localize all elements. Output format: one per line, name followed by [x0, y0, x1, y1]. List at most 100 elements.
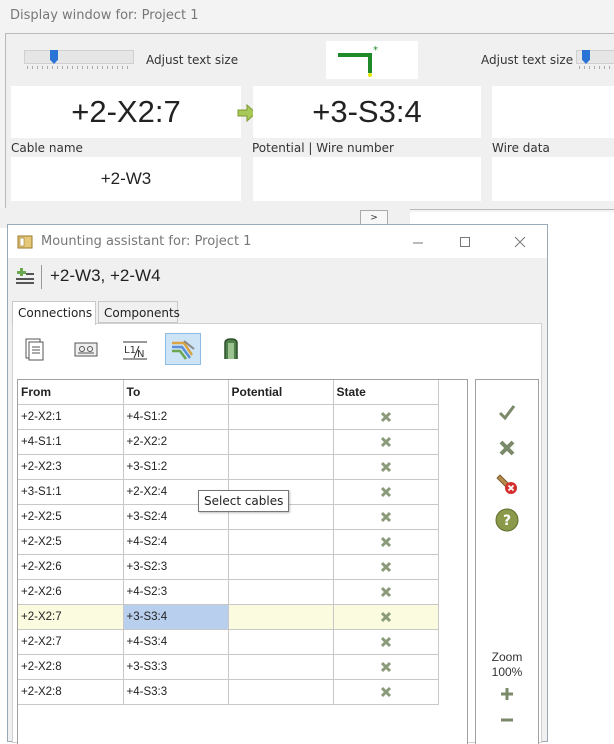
table-row[interactable]: +2-X2:6 +3-S2:3 — [18, 554, 439, 580]
cell-state[interactable] — [333, 679, 439, 705]
table-row[interactable]: +2-X2:7 +4-S3:4 — [18, 629, 439, 655]
text-size-slider-right[interactable] — [576, 50, 614, 70]
column-header-potential[interactable]: Potential — [228, 380, 334, 405]
cable-list-icon[interactable] — [14, 266, 36, 288]
cell-state[interactable] — [333, 629, 439, 655]
cell-to[interactable]: +3-S3:3 — [123, 654, 229, 680]
cell-potential[interactable] — [228, 554, 334, 580]
from-value: +2-X2:7 — [71, 94, 181, 129]
x-mark-icon — [380, 411, 391, 423]
potential-label: Potential | Wire number — [252, 141, 394, 155]
document-button[interactable] — [21, 336, 47, 362]
potential-button[interactable]: L1 N — [121, 336, 147, 362]
cell-from[interactable]: +2-X2:7 — [18, 604, 124, 630]
maximize-icon — [460, 237, 470, 247]
cell-potential[interactable] — [228, 679, 334, 705]
cell-to[interactable]: +4-S2:4 — [123, 529, 229, 555]
cell-state[interactable] — [333, 429, 439, 455]
terminal-button[interactable] — [73, 336, 99, 362]
cell-to[interactable]: +4-S2:3 — [123, 579, 229, 605]
cell-from[interactable]: +2-X2:1 — [18, 404, 124, 430]
table-row[interactable]: +2-X2:1 +4-S1:2 — [18, 404, 439, 430]
clear-mark-button[interactable] — [495, 472, 519, 496]
tab-components[interactable]: Components — [98, 301, 180, 323]
cell-from[interactable]: +2-X2:6 — [18, 554, 124, 580]
plus-icon — [501, 688, 513, 700]
zoom-in-button[interactable] — [495, 682, 519, 706]
x-mark-icon — [380, 611, 391, 623]
maximize-button[interactable] — [451, 231, 479, 253]
cell-from[interactable]: +4-S1:1 — [18, 429, 124, 455]
cell-to[interactable]: +4-S3:4 — [123, 629, 229, 655]
cell-potential[interactable] — [228, 454, 334, 480]
tab-connections[interactable]: Connections — [12, 301, 96, 325]
display-window-title: Display window for: Project 1 — [10, 8, 199, 23]
select-cables-tooltip: Select cables — [198, 490, 290, 512]
cell-potential[interactable] — [228, 579, 334, 605]
close-button[interactable] — [506, 231, 534, 253]
confirm-button[interactable] — [495, 400, 519, 424]
terminal-icon — [74, 342, 98, 357]
table-row[interactable]: +4-S1:1 +2-X2:2 — [18, 429, 439, 455]
x-mark-icon — [380, 461, 391, 473]
svg-text:*: * — [373, 45, 378, 56]
minimize-button[interactable] — [404, 231, 432, 253]
zoom-value: 100% — [491, 665, 523, 679]
cell-from[interactable]: +3-S1:1 — [18, 479, 124, 505]
table-row[interactable]: +2-X2:3 +3-S1:2 — [18, 454, 439, 480]
cell-potential[interactable] — [228, 654, 334, 680]
selected-cables: +2-W3, +2-W4 — [50, 266, 161, 285]
cell-state[interactable] — [333, 529, 439, 555]
cell-potential[interactable] — [228, 404, 334, 430]
cell-from[interactable]: +2-X2:5 — [18, 504, 124, 530]
column-header-to[interactable]: To — [123, 380, 229, 405]
cell-to[interactable]: +3-S3:4 — [123, 604, 229, 630]
table-row[interactable]: +2-X2:6 +4-S2:3 — [18, 579, 439, 605]
minus-icon — [501, 718, 513, 722]
select-cables-button[interactable] — [165, 333, 201, 365]
pen-cancel-icon — [496, 474, 517, 494]
document-icon — [25, 338, 44, 361]
table-row[interactable]: +2-X2:5 +4-S2:4 — [18, 529, 439, 555]
cell-from[interactable]: +2-X2:7 — [18, 629, 124, 655]
cell-state[interactable] — [333, 454, 439, 480]
table-row[interactable]: +2-X2:7 +3-S3:4 — [18, 604, 439, 630]
cell-from[interactable]: +2-X2:5 — [18, 529, 124, 555]
table-row[interactable]: +2-X2:8 +3-S3:3 — [18, 654, 439, 680]
cable-name-label: Cable name — [11, 141, 83, 155]
cell-state[interactable] — [333, 654, 439, 680]
close-icon — [514, 236, 526, 248]
cell-state[interactable] — [333, 579, 439, 605]
select-cables-icon — [172, 340, 195, 360]
cell-to[interactable]: +3-S2:3 — [123, 554, 229, 580]
x-mark-icon — [380, 511, 391, 523]
column-header-state[interactable]: State — [333, 380, 439, 405]
cell-state[interactable] — [333, 404, 439, 430]
cell-state[interactable] — [333, 554, 439, 580]
zoom-out-button[interactable] — [495, 708, 519, 732]
svg-text:?: ? — [503, 513, 511, 529]
cell-from[interactable]: +2-X2:6 — [18, 579, 124, 605]
cell-to[interactable]: +2-X2:2 — [123, 429, 229, 455]
cell-from[interactable]: +2-X2:8 — [18, 679, 124, 705]
table-row[interactable]: +2-X2:8 +4-S3:3 — [18, 679, 439, 705]
svg-text:L1: L1 — [124, 345, 136, 356]
cell-to[interactable]: +3-S1:2 — [123, 454, 229, 480]
x-mark-icon — [380, 436, 391, 448]
column-header-from[interactable]: From — [18, 380, 124, 405]
help-button[interactable]: ? — [495, 508, 519, 532]
cell-from[interactable]: +2-X2:8 — [18, 654, 124, 680]
cell-to[interactable]: +4-S1:2 — [123, 404, 229, 430]
cell-from[interactable]: +2-X2:3 — [18, 454, 124, 480]
cell-potential[interactable] — [228, 529, 334, 555]
cell-state[interactable] — [333, 504, 439, 530]
text-size-slider-left[interactable] — [24, 50, 134, 70]
cell-state[interactable] — [333, 604, 439, 630]
reject-button[interactable] — [495, 436, 519, 460]
cell-to[interactable]: +4-S3:3 — [123, 679, 229, 705]
cell-potential[interactable] — [228, 429, 334, 455]
cell-potential[interactable] — [228, 629, 334, 655]
connector-button[interactable] — [218, 336, 244, 362]
cell-potential[interactable] — [228, 604, 334, 630]
cell-state[interactable] — [333, 479, 439, 505]
